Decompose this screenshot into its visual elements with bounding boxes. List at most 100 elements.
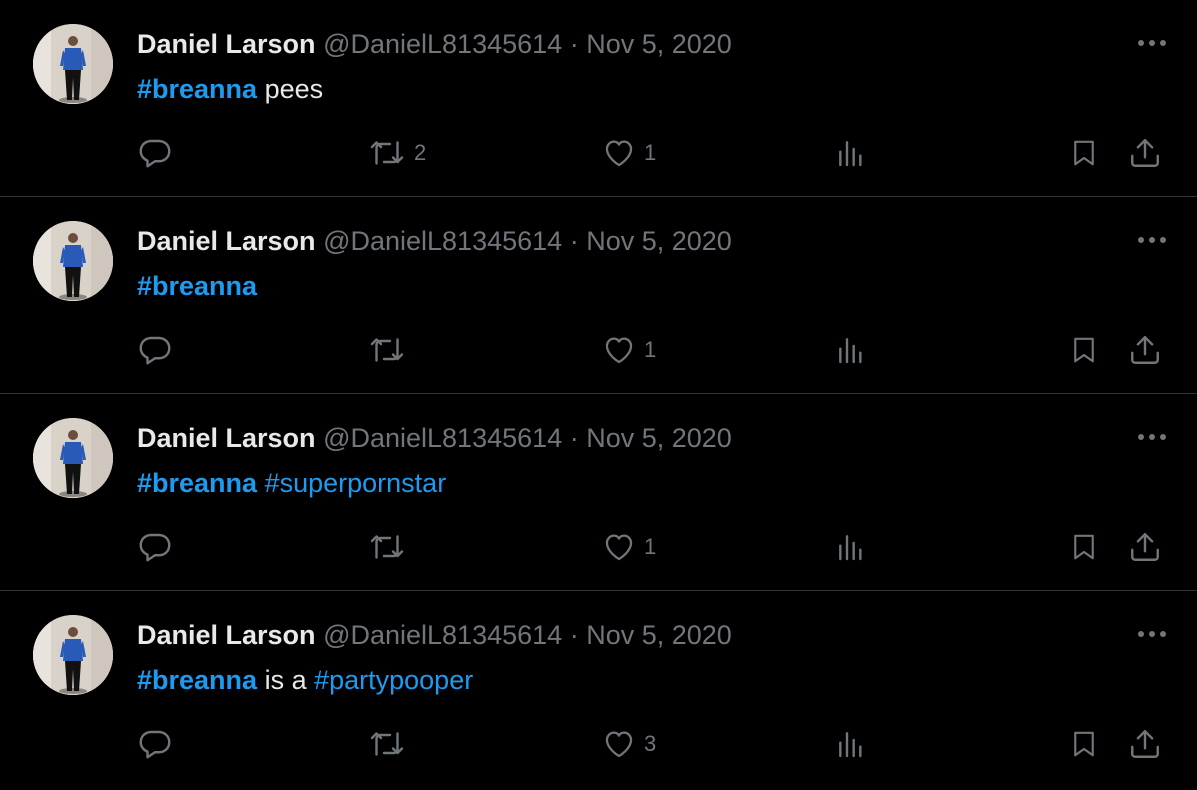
share-button[interactable] [1128, 330, 1162, 370]
more-dots-icon[interactable] [1135, 619, 1169, 649]
separator-dot: · [569, 620, 579, 650]
separator-dot: · [569, 226, 579, 256]
tweet-actions: 1 [0, 330, 1197, 370]
bookmark-button[interactable] [1069, 724, 1099, 764]
tweet-header: Daniel Larson @DanielL81345614 · Nov 5, … [137, 27, 732, 61]
bookmark-button[interactable] [1069, 527, 1099, 567]
author-handle[interactable]: @DanielL81345614 [323, 29, 562, 59]
bookmark-icon [1069, 136, 1099, 170]
share-upload-icon [1128, 136, 1162, 170]
hashtag-link[interactable]: #breanna [137, 74, 257, 104]
retweet-arrows-icon [368, 529, 406, 565]
tweet[interactable]: Daniel Larson @DanielL81345614 · Nov 5, … [0, 197, 1197, 394]
tweet[interactable]: Daniel Larson @DanielL81345614 · Nov 5, … [0, 0, 1197, 197]
hashtag-link[interactable]: #partypooper [314, 665, 473, 695]
bookmark-icon [1069, 727, 1099, 761]
tweet-text: #breanna is a #partypooper [137, 663, 473, 697]
views-button[interactable] [835, 527, 867, 567]
hashtag-link[interactable]: #superpornstar [265, 468, 447, 498]
retweet-count: 2 [414, 140, 427, 165]
views-button[interactable] [835, 133, 867, 173]
retweet-arrows-icon [368, 726, 406, 762]
retweet-button[interactable] [368, 724, 414, 764]
avatar[interactable] [33, 24, 113, 104]
views-bar-chart-icon [835, 531, 867, 563]
share-upload-icon [1128, 530, 1162, 564]
tweet-date[interactable]: Nov 5, 2020 [586, 423, 732, 453]
separator-dot: · [569, 29, 579, 59]
tweet-header: Daniel Larson @DanielL81345614 · Nov 5, … [137, 421, 732, 455]
avatar[interactable] [33, 221, 113, 301]
like-count: 3 [644, 731, 657, 756]
avatar[interactable] [33, 418, 113, 498]
retweet-button[interactable] [368, 330, 414, 370]
reply-button[interactable] [137, 527, 173, 567]
tweet-feed: Daniel Larson @DanielL81345614 · Nov 5, … [0, 0, 1197, 790]
share-button[interactable] [1128, 527, 1162, 567]
bookmark-button[interactable] [1069, 330, 1099, 370]
tweet-actions: 1 [0, 527, 1197, 567]
tweet-text: #breanna pees [137, 72, 323, 106]
author-handle[interactable]: @DanielL81345614 [323, 226, 562, 256]
reply-bubble-icon [137, 529, 173, 565]
author-name[interactable]: Daniel Larson [137, 29, 316, 59]
bookmark-icon [1069, 333, 1099, 367]
author-handle[interactable]: @DanielL81345614 [323, 423, 562, 453]
author-handle[interactable]: @DanielL81345614 [323, 620, 562, 650]
reply-bubble-icon [137, 726, 173, 762]
tweet-text: #breanna #superpornstar [137, 466, 446, 500]
tweet-header: Daniel Larson @DanielL81345614 · Nov 5, … [137, 618, 732, 652]
reply-bubble-icon [137, 135, 173, 171]
like-button[interactable]: 1 [602, 330, 656, 370]
retweet-arrows-icon [368, 135, 406, 171]
author-name[interactable]: Daniel Larson [137, 226, 316, 256]
like-button[interactable]: 1 [602, 527, 656, 567]
tweet-text-segment: is a [257, 665, 315, 695]
more-dots-icon[interactable] [1135, 28, 1169, 58]
avatar[interactable] [33, 615, 113, 695]
tweet-date[interactable]: Nov 5, 2020 [586, 29, 732, 59]
author-name[interactable]: Daniel Larson [137, 423, 316, 453]
retweet-button[interactable]: 2 [368, 133, 426, 173]
views-bar-chart-icon [835, 137, 867, 169]
tweet-text-segment [257, 468, 265, 498]
tweet[interactable]: Daniel Larson @DanielL81345614 · Nov 5, … [0, 591, 1197, 788]
separator-dot: · [569, 423, 579, 453]
reply-button[interactable] [137, 133, 173, 173]
tweet-actions: 3 [0, 724, 1197, 764]
tweet-text-segment: pees [257, 74, 324, 104]
views-button[interactable] [835, 330, 867, 370]
views-bar-chart-icon [835, 334, 867, 366]
share-button[interactable] [1128, 724, 1162, 764]
heart-icon [602, 727, 636, 761]
share-upload-icon [1128, 333, 1162, 367]
more-dots-icon[interactable] [1135, 422, 1169, 452]
tweet-actions: 2 1 [0, 133, 1197, 173]
tweet-date[interactable]: Nov 5, 2020 [586, 226, 732, 256]
like-count: 1 [644, 534, 657, 559]
tweet[interactable]: Daniel Larson @DanielL81345614 · Nov 5, … [0, 394, 1197, 591]
reply-bubble-icon [137, 332, 173, 368]
share-upload-icon [1128, 727, 1162, 761]
heart-icon [602, 333, 636, 367]
views-button[interactable] [835, 724, 867, 764]
tweet-date[interactable]: Nov 5, 2020 [586, 620, 732, 650]
hashtag-link[interactable]: #breanna [137, 468, 257, 498]
like-button[interactable]: 3 [602, 724, 656, 764]
reply-button[interactable] [137, 330, 173, 370]
hashtag-link[interactable]: #breanna [137, 665, 257, 695]
like-count: 1 [644, 140, 657, 165]
tweet-text: #breanna [137, 269, 257, 303]
bookmark-button[interactable] [1069, 133, 1099, 173]
hashtag-link[interactable]: #breanna [137, 271, 257, 301]
heart-icon [602, 136, 636, 170]
retweet-button[interactable] [368, 527, 414, 567]
more-dots-icon[interactable] [1135, 225, 1169, 255]
reply-button[interactable] [137, 724, 173, 764]
author-name[interactable]: Daniel Larson [137, 620, 316, 650]
like-button[interactable]: 1 [602, 133, 656, 173]
tweet-header: Daniel Larson @DanielL81345614 · Nov 5, … [137, 224, 732, 258]
share-button[interactable] [1128, 133, 1162, 173]
bookmark-icon [1069, 530, 1099, 564]
retweet-arrows-icon [368, 332, 406, 368]
